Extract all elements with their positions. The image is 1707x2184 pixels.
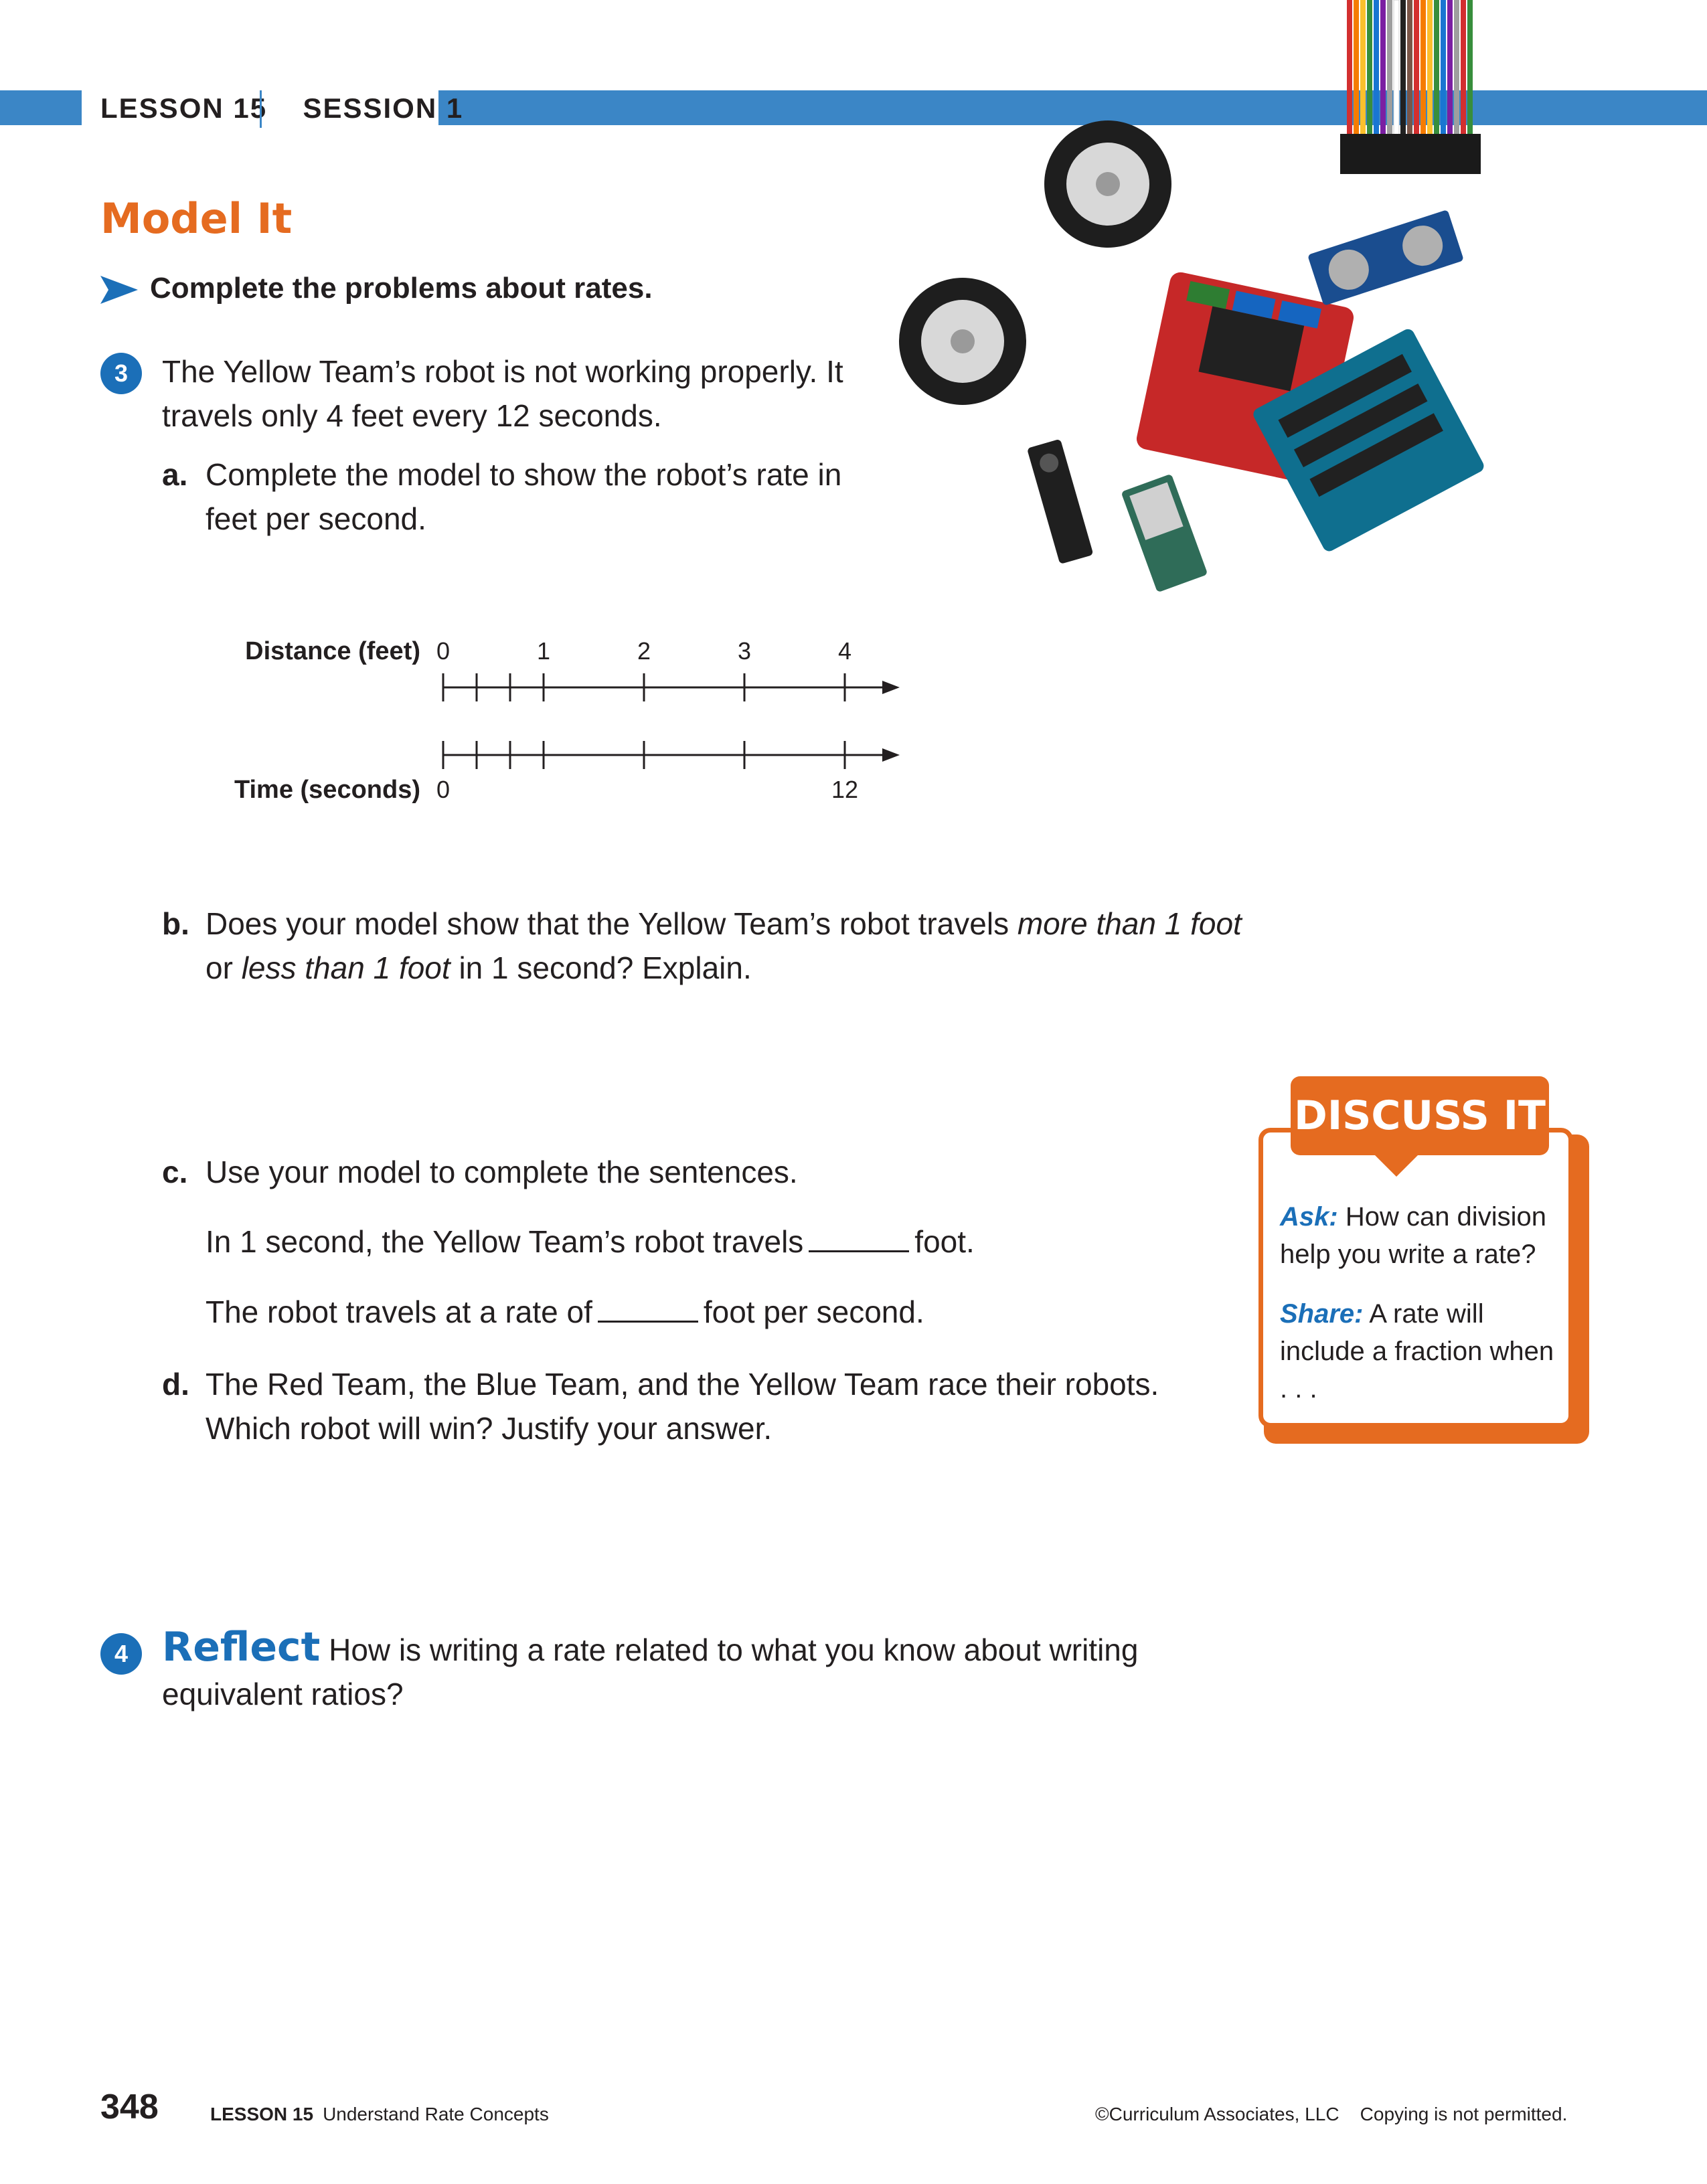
ir-sensor-image: [1028, 440, 1093, 564]
lesson-label: LESSON 15: [100, 92, 268, 124]
question-number-badge: 3: [100, 353, 142, 394]
wheel-image-left: [899, 278, 1026, 405]
discuss-title: DISCUSS IT: [1291, 1076, 1549, 1155]
part-b-text-1: Does your model show that the Yellow Tea…: [206, 906, 1018, 941]
session-label: SESSION 1: [303, 92, 464, 124]
distance-axis-label: Distance (feet): [245, 637, 420, 665]
part-c-letter: c.: [162, 1155, 188, 1189]
question-4-text: Reflect How is writing a rate related to…: [162, 1625, 1206, 1716]
part-b-italic-1: more than 1 foot: [1017, 906, 1242, 941]
footer-lesson-label: LESSON 15: [210, 2104, 314, 2124]
ultrasonic-sensor-image: [1308, 210, 1463, 305]
ribbon-cable-image: [1340, 0, 1481, 174]
time-tick-label: 12: [831, 776, 858, 803]
sentence-2-start: The robot travels at a rate of: [206, 1294, 592, 1329]
answer-blank-1[interactable]: [809, 1224, 910, 1252]
distance-tick-label: 0: [436, 637, 450, 665]
part-d-letter: d.: [162, 1367, 189, 1402]
reflect-keyword: Reflect: [162, 1624, 321, 1671]
discuss-ask: Ask: How can division help you write a r…: [1280, 1198, 1561, 1273]
header-divider: [260, 90, 262, 128]
double-number-line[interactable]: Distance (feet) Time (seconds) 0 1 2 3 4…: [228, 622, 910, 817]
discuss-share: Share: A rate will include a fraction wh…: [1280, 1295, 1561, 1408]
distance-tick-label: 3: [738, 637, 751, 665]
part-b-text: Does your model show that the Yellow Tea…: [206, 902, 1297, 990]
section-title: Model It: [100, 194, 293, 243]
footer-lesson: LESSON 15 Understand Rate Concepts: [210, 2104, 549, 2125]
part-b-text-3: in 1 second? Explain.: [450, 950, 752, 985]
wheel-image-top: [1044, 120, 1171, 248]
part-b-italic-2: less than 1 foot: [241, 950, 451, 985]
part-d-text: The Red Team, the Blue Team, and the Yel…: [206, 1367, 1159, 1446]
sentence-1-end: foot.: [914, 1224, 975, 1259]
time-axis-label: Time (seconds): [234, 776, 420, 804]
share-label: Share:: [1280, 1299, 1364, 1329]
distance-arrowhead: [882, 681, 900, 694]
ask-label: Ask:: [1280, 1202, 1338, 1232]
bluetooth-module-image: [1122, 475, 1207, 592]
sentence-1: In 1 second, the Yellow Team’s robot tra…: [206, 1220, 975, 1264]
sentence-2-end: foot per second.: [703, 1294, 924, 1329]
distance-tick-label: 4: [838, 637, 851, 665]
discuss-speech-tail: [1372, 1153, 1420, 1177]
answer-blank-2[interactable]: [597, 1294, 698, 1323]
question-3-text: The Yellow Team’s robot is not working p…: [162, 354, 843, 433]
footer-copyright: ©Curriculum Associates, LLC Copying is n…: [1095, 2104, 1568, 2124]
time-tick-label: 0: [436, 776, 450, 803]
part-a-text: Complete the model to show the robot’s r…: [206, 457, 842, 536]
time-arrowhead: [882, 748, 900, 762]
part-b-letter: b.: [162, 906, 189, 941]
header-band-left: [0, 90, 82, 125]
instruction-text: Complete the problems about rates.: [150, 272, 653, 305]
part-b-text-2: or: [206, 950, 242, 985]
distance-tick-label: 1: [537, 637, 550, 665]
sentence-2: The robot travels at a rate of foot per s…: [206, 1290, 924, 1334]
part-c-text: Use your model to complete the sentences…: [206, 1155, 798, 1189]
question-number-badge: 4: [100, 1633, 142, 1675]
part-a-letter: a.: [162, 457, 188, 492]
distance-tick-label: 2: [637, 637, 651, 665]
page-number: 348: [100, 2088, 159, 2126]
robot-parts-illustration: [899, 0, 1484, 592]
sentence-1-start: In 1 second, the Yellow Team’s robot tra…: [206, 1224, 804, 1259]
arrow-icon: [100, 276, 138, 304]
lesson-session-header: LESSON 15 SESSION 1: [100, 92, 463, 124]
footer-lesson-title: Understand Rate Concepts: [323, 2104, 549, 2124]
